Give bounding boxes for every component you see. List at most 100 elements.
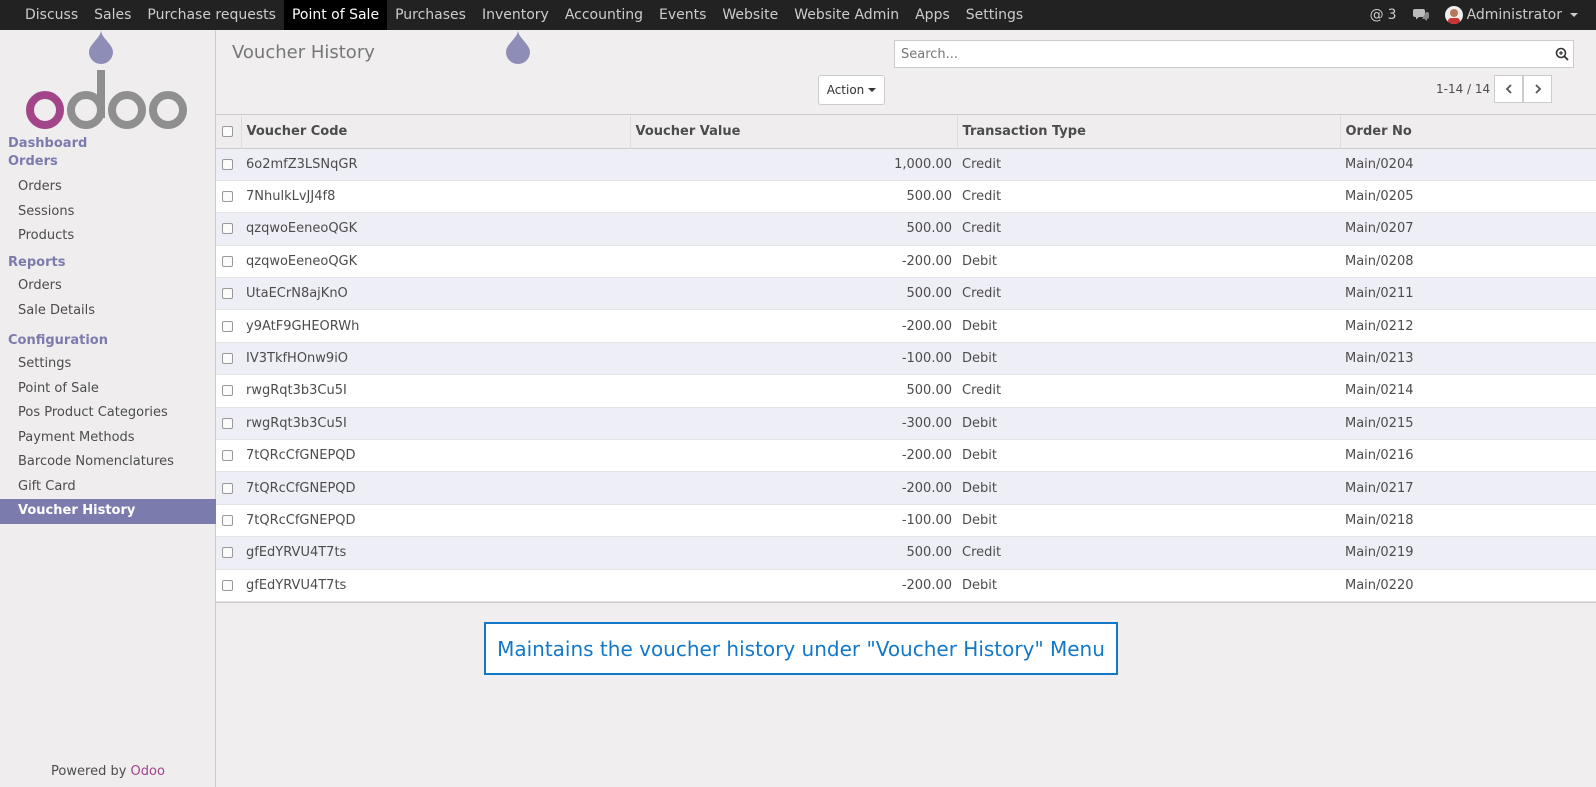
avatar (1444, 6, 1463, 24)
user-menu[interactable]: Administrator (1437, 6, 1586, 24)
sidebar-item-config-pos-product-categories[interactable]: Pos Product Categories (0, 401, 216, 426)
table-row[interactable]: y9AtF9GHEORWh -200.00 Debit Main/0212 (216, 309, 1596, 343)
voucher-code-cell: qzqwoEeneoQGK (246, 253, 358, 269)
voucher-code-cell: 6o2mfZ3LSNqGR (246, 156, 358, 172)
transaction-type-cell: Credit (962, 383, 1002, 399)
menu-item-inventory[interactable]: Inventory (474, 0, 557, 30)
row-checkbox[interactable] (222, 385, 233, 397)
menu-item-purchases[interactable]: Purchases (387, 0, 474, 30)
row-checkbox[interactable] (222, 482, 233, 494)
voucher-code-cell: UtaECrN8ajKnO (246, 286, 348, 302)
voucher-code-cell: y9AtF9GHEORWh (246, 318, 360, 334)
order-no-cell: Main/0219 (1345, 545, 1414, 561)
menu-item-website-admin[interactable]: Website Admin (786, 0, 907, 30)
sidebar-header-orders[interactable]: Orders (0, 153, 216, 171)
transaction-type-cell: Debit (962, 448, 997, 464)
menu-item-point-of-sale[interactable]: Point of Sale (283, 0, 388, 30)
table-row[interactable]: qzqwoEeneoQGK 500.00 Credit Main/0207 (216, 212, 1596, 246)
table-row[interactable]: rwgRqt3b3Cu5I 500.00 Credit Main/0214 (216, 374, 1596, 408)
search-icon[interactable] (1551, 41, 1573, 67)
order-no-cell: Main/0217 (1345, 480, 1414, 496)
chevron-right-icon (1535, 84, 1541, 94)
sidebar-header-configuration[interactable]: Configuration (0, 332, 216, 350)
column-header-transaction-type[interactable]: Transaction Type (957, 115, 1341, 148)
sidebar-item-config-voucher-history[interactable]: Voucher History (0, 499, 216, 524)
voucher-code-cell: 7tQRcCfGNEPQD (246, 448, 356, 464)
table-row[interactable]: gfEdYRVU4T7ts 500.00 Credit Main/0219 (216, 536, 1596, 570)
sidebar-item-orders-products[interactable]: Products (0, 224, 216, 249)
navbar-right: @ 3 Administrator (1362, 0, 1596, 30)
mentions-count: 3 (1387, 7, 1397, 23)
sidebar-item-config-barcode-nomenclatures[interactable]: Barcode Nomenclatures (0, 450, 216, 475)
voucher-code-cell: qzqwoEeneoQGK (246, 221, 358, 237)
menu-item-sales[interactable]: Sales (86, 0, 139, 30)
menu-item-website[interactable]: Website (714, 0, 786, 30)
sidebar-item-config-payment-methods[interactable]: Payment Methods (0, 426, 216, 451)
menu-item-purchase-requests[interactable]: Purchase requests (139, 0, 284, 30)
table-row[interactable]: gfEdYRVU4T7ts -200.00 Debit Main/0220 (216, 569, 1596, 602)
table-row[interactable]: UtaECrN8ajKnO 500.00 Credit Main/0211 (216, 277, 1596, 310)
order-no-cell: Main/0214 (1345, 383, 1414, 399)
row-checkbox[interactable] (222, 288, 233, 300)
sidebar-item-orders-orders[interactable]: Orders (0, 175, 216, 200)
column-header-order-no[interactable]: Order No (1340, 115, 1596, 148)
control-panel: Voucher History Action 1-14 / 14 (216, 30, 1596, 114)
order-no-cell: Main/0215 (1345, 415, 1414, 431)
row-checkbox[interactable] (222, 547, 233, 559)
pager-next-button[interactable] (1523, 75, 1553, 103)
row-checkbox[interactable] (222, 191, 233, 203)
menu-item-apps[interactable]: Apps (907, 0, 958, 30)
menu-item-settings[interactable]: Settings (958, 0, 1031, 30)
table-row[interactable]: 7tQRcCfGNEPQD -200.00 Debit Main/0216 (216, 439, 1596, 472)
powered-by-brand-link[interactable]: Odoo (131, 764, 165, 779)
select-all-checkbox[interactable] (222, 125, 233, 137)
table-row[interactable]: 7tQRcCfGNEPQD -100.00 Debit Main/0218 (216, 504, 1596, 537)
transaction-type-cell: Debit (962, 318, 997, 334)
column-header-voucher-code[interactable]: Voucher Code (241, 115, 631, 148)
menu-item-discuss[interactable]: Discuss (17, 0, 86, 30)
sidebar-header-reports[interactable]: Reports (0, 254, 216, 272)
pager-value[interactable]: 1-14 / 14 (1436, 82, 1490, 96)
action-button[interactable]: Action (818, 75, 885, 105)
table-row[interactable]: 6o2mfZ3LSNqGR 1,000.00 Credit Main/0204 (216, 148, 1596, 181)
chat-button[interactable] (1405, 8, 1437, 22)
row-checkbox[interactable] (222, 579, 233, 591)
voucher-value-cell: -300.00 (901, 415, 952, 431)
row-select-cell (216, 310, 241, 342)
sidebar-item-config-point-of-sale[interactable]: Point of Sale (0, 377, 216, 402)
order-no-cell: Main/0208 (1345, 253, 1414, 269)
mentions-button[interactable]: @ 3 (1362, 7, 1405, 23)
menu-item-events[interactable]: Events (651, 0, 714, 30)
row-checkbox[interactable] (222, 223, 233, 235)
sidebar-item-config-gift-card[interactable]: Gift Card (0, 475, 216, 500)
table-row[interactable]: rwgRqt3b3Cu5I -300.00 Debit Main/0215 (216, 407, 1596, 440)
table-row[interactable]: qzqwoEeneoQGK -200.00 Debit Main/0208 (216, 245, 1596, 278)
voucher-code-cell: gfEdYRVU4T7ts (246, 545, 347, 561)
sidebar: Dashboard Orders Orders Sessions Products … (0, 30, 216, 787)
row-select-cell (216, 213, 241, 245)
row-checkbox[interactable] (222, 255, 233, 267)
table-row[interactable]: 7NhulkLvJJ4f8 500.00 Credit Main/0205 (216, 180, 1596, 213)
pager-previous-button[interactable] (1494, 75, 1524, 103)
table-row[interactable]: 7tQRcCfGNEPQD -200.00 Debit Main/0217 (216, 471, 1596, 505)
row-checkbox[interactable] (222, 417, 233, 429)
row-checkbox[interactable] (222, 514, 233, 526)
chevron-down-icon (868, 88, 877, 92)
search-input[interactable] (895, 41, 1551, 67)
row-checkbox[interactable] (222, 353, 233, 365)
menu-item-accounting[interactable]: Accounting (557, 0, 651, 30)
sidebar-item-dashboard[interactable]: Dashboard (0, 135, 216, 153)
sidebar-item-reports-orders[interactable]: Orders (0, 274, 216, 299)
row-checkbox[interactable] (222, 158, 233, 170)
row-checkbox[interactable] (222, 320, 233, 332)
sidebar-item-orders-sessions[interactable]: Sessions (0, 200, 216, 225)
voucher-code-cell: 7tQRcCfGNEPQD (246, 480, 356, 496)
row-checkbox[interactable] (222, 450, 233, 462)
table-row[interactable]: IV3TkfHOnw9iO -100.00 Debit Main/0213 (216, 342, 1596, 375)
voucher-value-cell: 500.00 (906, 545, 953, 561)
sidebar-item-config-settings[interactable]: Settings (0, 352, 216, 377)
column-header-voucher-value[interactable]: Voucher Value (630, 115, 958, 148)
user-name: Administrator (1466, 7, 1562, 23)
order-no-cell: Main/0213 (1345, 351, 1414, 367)
sidebar-item-reports-sale-details[interactable]: Sale Details (0, 299, 216, 324)
